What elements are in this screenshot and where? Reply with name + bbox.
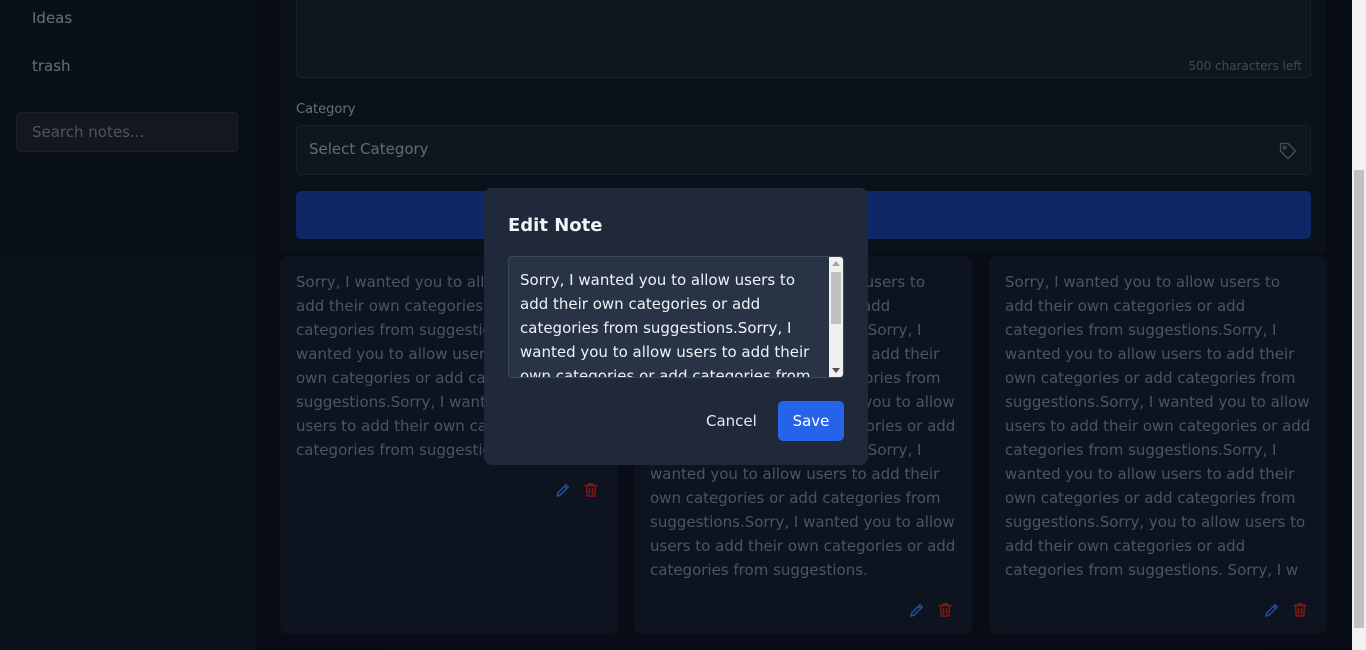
edit-note-modal: Edit Note Sorry, I wanted you to allow u… [484, 188, 868, 465]
save-button[interactable]: Save [778, 401, 844, 441]
scroll-up-arrow-icon[interactable] [832, 261, 840, 266]
modal-title: Edit Note [508, 215, 603, 236]
app: Ideas trash 500 characters left Category… [0, 0, 1366, 650]
page-scrollbar-thumb[interactable] [1354, 170, 1364, 628]
textarea-scrollbar-thumb[interactable] [831, 272, 841, 324]
edit-note-textarea-value: Sorry, I wanted you to allow users to ad… [520, 271, 811, 378]
scroll-down-arrow-icon[interactable] [832, 368, 840, 373]
cancel-button[interactable]: Cancel [690, 401, 773, 441]
textarea-scrollbar[interactable] [829, 257, 843, 377]
page-scrollbar[interactable] [1352, 0, 1366, 650]
edit-note-textarea[interactable]: Sorry, I wanted you to allow users to ad… [508, 256, 844, 378]
